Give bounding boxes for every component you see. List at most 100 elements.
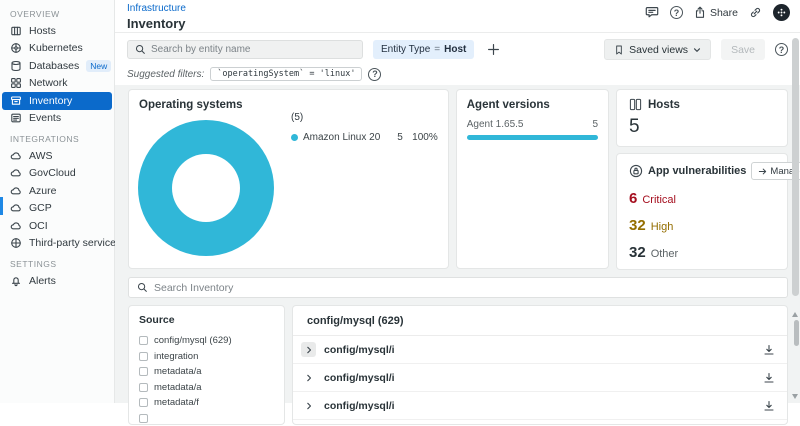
help-icon-suggested[interactable]: ? — [368, 68, 381, 81]
filter-chip-entity-type[interactable]: Entity Type = Host — [373, 40, 474, 59]
save-button[interactable]: Save — [721, 39, 765, 60]
main-scrollbar[interactable] — [792, 36, 799, 403]
checkbox[interactable] — [139, 383, 148, 392]
source-item-partial[interactable] — [139, 411, 274, 426]
other-label: Other — [651, 248, 679, 260]
legend-item[interactable]: Amazon Linux 2023.8.2... 5 100% — [291, 132, 438, 143]
search-icon — [135, 44, 146, 55]
source-item-integration[interactable]: integration — [139, 349, 274, 365]
inventory-results-panel: config/mysql (629) config/mysql/i config… — [292, 305, 788, 425]
expand-chevron-icon[interactable] — [301, 342, 316, 357]
inventory-search-input[interactable] — [154, 282, 779, 294]
source-item-config-mysql[interactable]: config/mysql (629) — [139, 333, 274, 349]
sidebar-item-alerts[interactable]: Alerts — [0, 272, 114, 290]
sidebar-item-oci[interactable]: OCI — [0, 217, 114, 235]
suggested-filters-label: Suggested filters: — [127, 69, 204, 80]
sidebar-item-label: GovCloud — [29, 167, 104, 179]
sidebar-item-aws[interactable]: AWS — [0, 147, 114, 165]
expand-chevron-icon[interactable] — [301, 370, 316, 385]
feedback-icon[interactable] — [645, 6, 659, 19]
sidebar-item-hosts[interactable]: Hosts — [0, 22, 114, 40]
os-legend: (5) Amazon Linux 2023.8.2... 5 100% — [291, 112, 438, 143]
download-icon[interactable] — [763, 372, 775, 384]
sidebar-item-gcp[interactable]: GCP — [0, 200, 114, 218]
sidebar-item-label: Databases — [29, 60, 79, 72]
saved-views-button[interactable]: Saved views — [604, 39, 711, 60]
row-label: config/mysql/i — [324, 372, 755, 384]
sidebar-item-label: OCI — [29, 220, 104, 232]
inventory-search-field[interactable] — [128, 277, 788, 298]
checkbox[interactable] — [139, 336, 148, 345]
cloud-icon — [10, 202, 22, 214]
add-filter-button[interactable] — [484, 41, 502, 59]
scroll-up-arrow[interactable] — [792, 312, 798, 317]
checkbox[interactable] — [139, 367, 148, 376]
expand-chevron-icon[interactable] — [301, 398, 316, 413]
network-icon — [10, 77, 22, 89]
card-title: Operating systems — [139, 99, 438, 111]
sidebar-item-databases[interactable]: Databases New — [0, 57, 114, 75]
scrollbar-thumb[interactable] — [792, 38, 799, 296]
assistant-avatar-button[interactable] — [773, 4, 790, 21]
vuln-row-high[interactable]: 32 High — [629, 217, 775, 234]
download-icon[interactable] — [763, 344, 775, 356]
suggested-filter-chip[interactable]: `operatingSystem` = 'linux' — [210, 67, 362, 81]
sidebar-section-integrations: INTEGRATIONS — [0, 127, 114, 147]
sidebar: OVERVIEW Hosts Kubernetes Databases New … — [0, 0, 115, 403]
agent-version-label: Agent 1.65.5 — [467, 119, 524, 130]
sidebar-item-third-party-services[interactable]: Third-party services — [0, 235, 114, 253]
cloud-icon — [10, 150, 22, 162]
checkbox[interactable] — [139, 414, 148, 423]
help-icon[interactable]: ? — [670, 6, 683, 19]
table-row[interactable]: config/mysql/i — [293, 364, 787, 392]
cloud-icon — [10, 220, 22, 232]
scroll-down-arrow[interactable] — [792, 394, 798, 399]
sidebar-item-label: Third-party services — [29, 237, 121, 249]
sidebar-item-label: GCP — [29, 202, 104, 214]
entity-search-field[interactable] — [127, 40, 363, 59]
critical-label: Critical — [642, 194, 676, 206]
sidebar-item-kubernetes[interactable]: Kubernetes — [0, 40, 114, 58]
hosts-card: Hosts 5 — [616, 89, 788, 147]
sidebar-item-inventory[interactable]: Inventory — [2, 92, 112, 110]
sidebar-item-label: Network — [29, 77, 104, 89]
inner-scrollbar-thumb[interactable] — [794, 320, 799, 346]
agent-version-count: 5 — [592, 119, 598, 130]
sidebar-item-govcloud[interactable]: GovCloud — [0, 165, 114, 183]
link-icon[interactable] — [749, 6, 762, 19]
entity-search-input[interactable] — [151, 44, 355, 55]
source-title: Source — [139, 314, 274, 326]
vuln-row-other[interactable]: 32 Other — [629, 244, 775, 261]
row-label: config/mysql/i — [324, 344, 755, 356]
sidebar-item-label: Events — [29, 112, 104, 124]
card-title: Agent versions — [467, 99, 598, 111]
agent-version-bar[interactable] — [467, 135, 598, 140]
help-icon-saved-views[interactable]: ? — [775, 43, 788, 56]
sidebar-item-network[interactable]: Network — [0, 75, 114, 93]
main-area: Infrastructure Inventory ? Share Entity … — [115, 0, 800, 403]
sidebar-item-label: Inventory — [29, 95, 104, 107]
sidebar-item-azure[interactable]: Azure — [0, 182, 114, 200]
sidebar-item-events[interactable]: Events — [0, 110, 114, 128]
row-label: config/mysql/i — [324, 400, 755, 412]
source-item-metadata[interactable]: metadata/a — [139, 364, 274, 380]
table-row[interactable]: config/mysql/i — [293, 392, 787, 420]
new-badge: New — [86, 60, 111, 72]
hosts-title: Hosts — [648, 99, 680, 111]
checkbox[interactable] — [139, 352, 148, 361]
share-button[interactable]: Share — [694, 6, 738, 19]
source-item-metadata[interactable]: metadata/a — [139, 380, 274, 396]
chip-value: Host — [444, 44, 466, 55]
sidebar-item-label: Alerts — [29, 275, 104, 287]
sidebar-section-overview: OVERVIEW — [0, 2, 114, 22]
cloud-icon — [10, 185, 22, 197]
chip-field: Entity Type — [381, 44, 430, 55]
kubernetes-icon — [10, 42, 22, 54]
cloud-icon — [10, 167, 22, 179]
download-icon[interactable] — [763, 400, 775, 412]
os-donut-chart[interactable] — [138, 120, 274, 256]
chevron-down-icon — [693, 46, 701, 54]
table-row[interactable]: config/mysql/i — [293, 336, 787, 364]
vuln-row-critical[interactable]: 6 Critical — [629, 190, 775, 207]
results-title: config/mysql (629) — [293, 306, 787, 336]
